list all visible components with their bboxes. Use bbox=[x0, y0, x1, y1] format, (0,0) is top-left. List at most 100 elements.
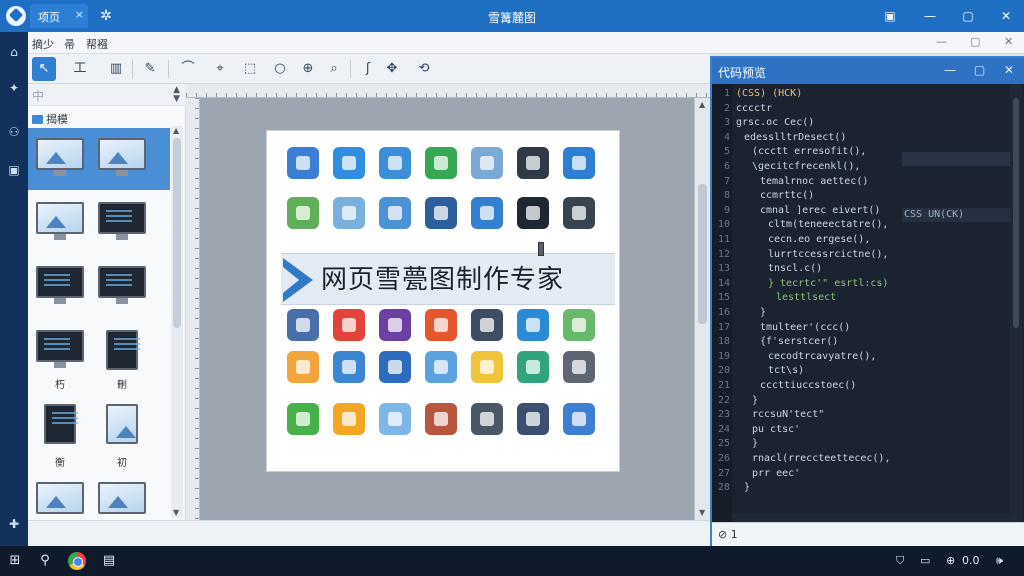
select-tool-icon[interactable]: ↖ bbox=[32, 57, 56, 81]
asset-category[interactable]: 揭模 bbox=[32, 111, 68, 127]
scroll-up-icon[interactable]: ▲ bbox=[173, 126, 179, 135]
zoom-icon[interactable]: ⌕ bbox=[322, 57, 346, 81]
transform-tool-icon[interactable]: ⟲ bbox=[412, 57, 436, 81]
app-icon[interactable] bbox=[563, 309, 595, 341]
plus-app-icon[interactable]: ✚ bbox=[6, 516, 22, 532]
artboard[interactable]: 网页雪甍图制作专家 bbox=[266, 130, 620, 472]
layout-tool-icon[interactable]: ▥ bbox=[104, 57, 128, 81]
search-icon[interactable]: ⚲ bbox=[36, 552, 54, 570]
app-icon[interactable] bbox=[425, 403, 457, 435]
minimize-button[interactable]: — bbox=[914, 4, 946, 28]
tab-close-icon[interactable]: × bbox=[75, 8, 84, 21]
speaker-tray-icon[interactable]: 🕪 bbox=[996, 554, 1003, 568]
scrollbar-thumb[interactable] bbox=[698, 184, 707, 324]
app-icon[interactable] bbox=[517, 309, 549, 341]
zoom-in-icon[interactable]: ⊕ bbox=[296, 57, 320, 81]
app-icon[interactable] bbox=[517, 197, 549, 229]
tablet-code-thumb-icon[interactable] bbox=[36, 404, 84, 444]
tablet-thumb-icon[interactable] bbox=[98, 330, 146, 370]
app-icon[interactable] bbox=[287, 309, 319, 341]
app-icon[interactable] bbox=[379, 147, 411, 179]
canvas-scrollbar[interactable]: ▲ ▼ bbox=[694, 98, 710, 520]
monitor-thumb-icon[interactable] bbox=[36, 138, 84, 178]
chrome-icon[interactable] bbox=[68, 552, 86, 570]
file-explorer-icon[interactable]: ▤ bbox=[100, 552, 118, 570]
close-window-button[interactable]: ✕ bbox=[990, 4, 1022, 28]
app-icon[interactable] bbox=[287, 197, 319, 229]
app-icon[interactable] bbox=[333, 351, 365, 383]
code-monitor-thumb-icon[interactable] bbox=[98, 202, 146, 242]
battery-tray-icon[interactable]: ▭ bbox=[920, 554, 930, 567]
app-icon[interactable] bbox=[379, 309, 411, 341]
tablet-image-thumb-icon[interactable] bbox=[98, 404, 146, 444]
code-monitor-thumb-icon[interactable] bbox=[98, 266, 146, 306]
code-monitor-thumb-icon[interactable] bbox=[36, 330, 84, 370]
code-editor[interactable]: 1 2 3 4 5 6 7 8 9 10 11 12 13 14 15 16 17 18 19 20 21 22 23 24 2… bbox=[712, 84, 1024, 522]
monitor-thumb-icon[interactable] bbox=[98, 138, 146, 178]
pen-tool-icon[interactable]: ✎ bbox=[138, 57, 162, 81]
app-icon[interactable] bbox=[471, 147, 503, 179]
scrollbar-thumb[interactable] bbox=[1013, 98, 1019, 328]
app-icon[interactable] bbox=[287, 351, 319, 383]
app-icon[interactable] bbox=[563, 197, 595, 229]
code-maximize-button[interactable]: ▢ bbox=[974, 63, 985, 77]
menu-item-0[interactable]: 摘少 bbox=[32, 36, 54, 52]
app-icon[interactable] bbox=[287, 147, 319, 179]
app-icon[interactable] bbox=[425, 197, 457, 229]
menu-item-1[interactable]: 帚 bbox=[64, 36, 75, 52]
code-monitor-thumb-icon[interactable] bbox=[36, 266, 84, 306]
scroll-up-icon[interactable]: ▲ bbox=[699, 100, 705, 109]
save-window-button[interactable]: ▣ bbox=[874, 4, 906, 28]
network-tray-icon[interactable]: ⊕ bbox=[946, 554, 955, 567]
asset-panel-scrollbar[interactable]: ▲ ▼ bbox=[171, 126, 183, 518]
app-icon[interactable] bbox=[471, 351, 503, 383]
app-icon[interactable] bbox=[379, 403, 411, 435]
app-icon[interactable] bbox=[471, 197, 503, 229]
star-app-icon[interactable]: ✦ bbox=[6, 80, 22, 96]
app-icon[interactable] bbox=[333, 147, 365, 179]
node-tool-icon[interactable]: ⌖ bbox=[208, 57, 232, 81]
code-close-button[interactable]: ✕ bbox=[1004, 63, 1014, 77]
app-icon[interactable] bbox=[425, 351, 457, 383]
app-icon[interactable] bbox=[563, 147, 595, 179]
code-minimize-button[interactable]: — bbox=[944, 63, 956, 77]
shield-tray-icon[interactable]: ⛉ bbox=[896, 554, 904, 568]
app-icon[interactable] bbox=[471, 309, 503, 341]
app-icon[interactable] bbox=[333, 197, 365, 229]
curve-tool-icon[interactable]: ⌒ bbox=[176, 57, 200, 81]
crop-tool-icon[interactable]: ⬚ bbox=[238, 57, 262, 81]
sub-maximize-button[interactable]: ▢ bbox=[970, 35, 980, 48]
start-icon[interactable]: ⊞ bbox=[6, 552, 24, 570]
resize-handle[interactable] bbox=[538, 242, 544, 256]
panel-collapse-down-icon[interactable]: ▼ bbox=[173, 94, 180, 104]
title-banner[interactable]: 网页雪甍图制作专家 bbox=[281, 253, 615, 305]
lasso-tool-icon[interactable]: ○ bbox=[268, 57, 292, 81]
window-app-icon[interactable]: ▣ bbox=[6, 162, 22, 178]
scrollbar-thumb[interactable] bbox=[173, 138, 181, 328]
app-icon[interactable] bbox=[563, 351, 595, 383]
app-icon[interactable] bbox=[379, 197, 411, 229]
sub-close-button[interactable]: ✕ bbox=[1004, 35, 1013, 48]
app-icon[interactable] bbox=[287, 403, 319, 435]
settings-gear-icon[interactable]: ✲ bbox=[96, 6, 116, 26]
sub-minimize-button[interactable]: — bbox=[936, 35, 947, 48]
code-scrollbar[interactable] bbox=[1010, 84, 1022, 522]
app-icon[interactable] bbox=[333, 403, 365, 435]
app-icon[interactable] bbox=[517, 351, 549, 383]
home-icon[interactable]: ⌂ bbox=[6, 44, 22, 60]
monitor-thumb-icon[interactable] bbox=[36, 202, 84, 242]
maximize-button[interactable]: ▢ bbox=[952, 4, 984, 28]
document-tab[interactable]: 项页 × bbox=[30, 4, 88, 28]
app-icon[interactable] bbox=[333, 309, 365, 341]
network-icon[interactable]: ⚇ bbox=[6, 124, 22, 140]
scroll-down-icon[interactable]: ▼ bbox=[173, 508, 179, 517]
app-icon[interactable] bbox=[471, 403, 503, 435]
code-horizontal-scrollbar[interactable] bbox=[732, 514, 1010, 522]
app-icon[interactable] bbox=[379, 351, 411, 383]
menu-item-2[interactable]: 帮襁 bbox=[86, 36, 108, 52]
app-icon[interactable] bbox=[517, 147, 549, 179]
app-icon[interactable] bbox=[425, 309, 457, 341]
image-thumb-icon[interactable] bbox=[98, 482, 146, 522]
app-icon[interactable] bbox=[563, 403, 595, 435]
text-tool-icon[interactable]: 工 bbox=[68, 57, 92, 81]
